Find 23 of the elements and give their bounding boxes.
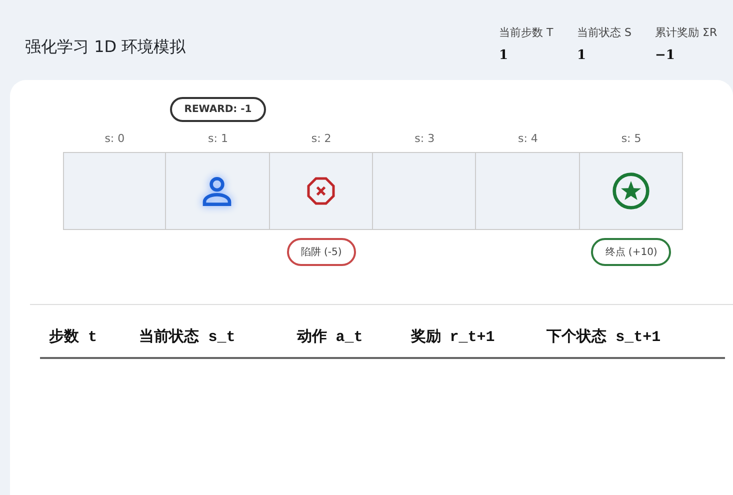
- stat-label: 累计奖励 ΣR: [655, 25, 718, 40]
- column-header: 步数 t: [49, 327, 98, 346]
- column-header: 下个状态 s_t+1: [546, 327, 662, 346]
- column-header: 奖励 r_t+1: [410, 328, 496, 346]
- column-header: 当前状态 s_t: [139, 327, 236, 346]
- column-header: 动作 a_t: [296, 328, 364, 346]
- stat-label: 当前步数 T: [499, 25, 554, 40]
- state-label: s: 5: [621, 132, 642, 147]
- stat-value: 1: [577, 48, 588, 63]
- state-label: s: 2: [311, 132, 332, 147]
- reward-bubble: REWARD: -1: [170, 97, 266, 122]
- state-label: s: 4: [518, 132, 538, 147]
- page-title: 强化学习 1D 环境模拟: [25, 37, 186, 58]
- star-circle-icon: [610, 171, 651, 211]
- stat-label: 当前状态 S: [577, 25, 632, 40]
- state-label: s: 1: [208, 132, 228, 147]
- octagon-x-icon: [306, 176, 336, 206]
- stat-value: −1: [655, 48, 676, 63]
- stat-value: 1: [499, 48, 510, 63]
- state-label: s: 3: [414, 132, 435, 147]
- trap-tag: 陷阱 (-5): [286, 238, 356, 266]
- state-label: s: 0: [104, 132, 125, 147]
- goal-tag: 终点 (+10): [591, 238, 672, 266]
